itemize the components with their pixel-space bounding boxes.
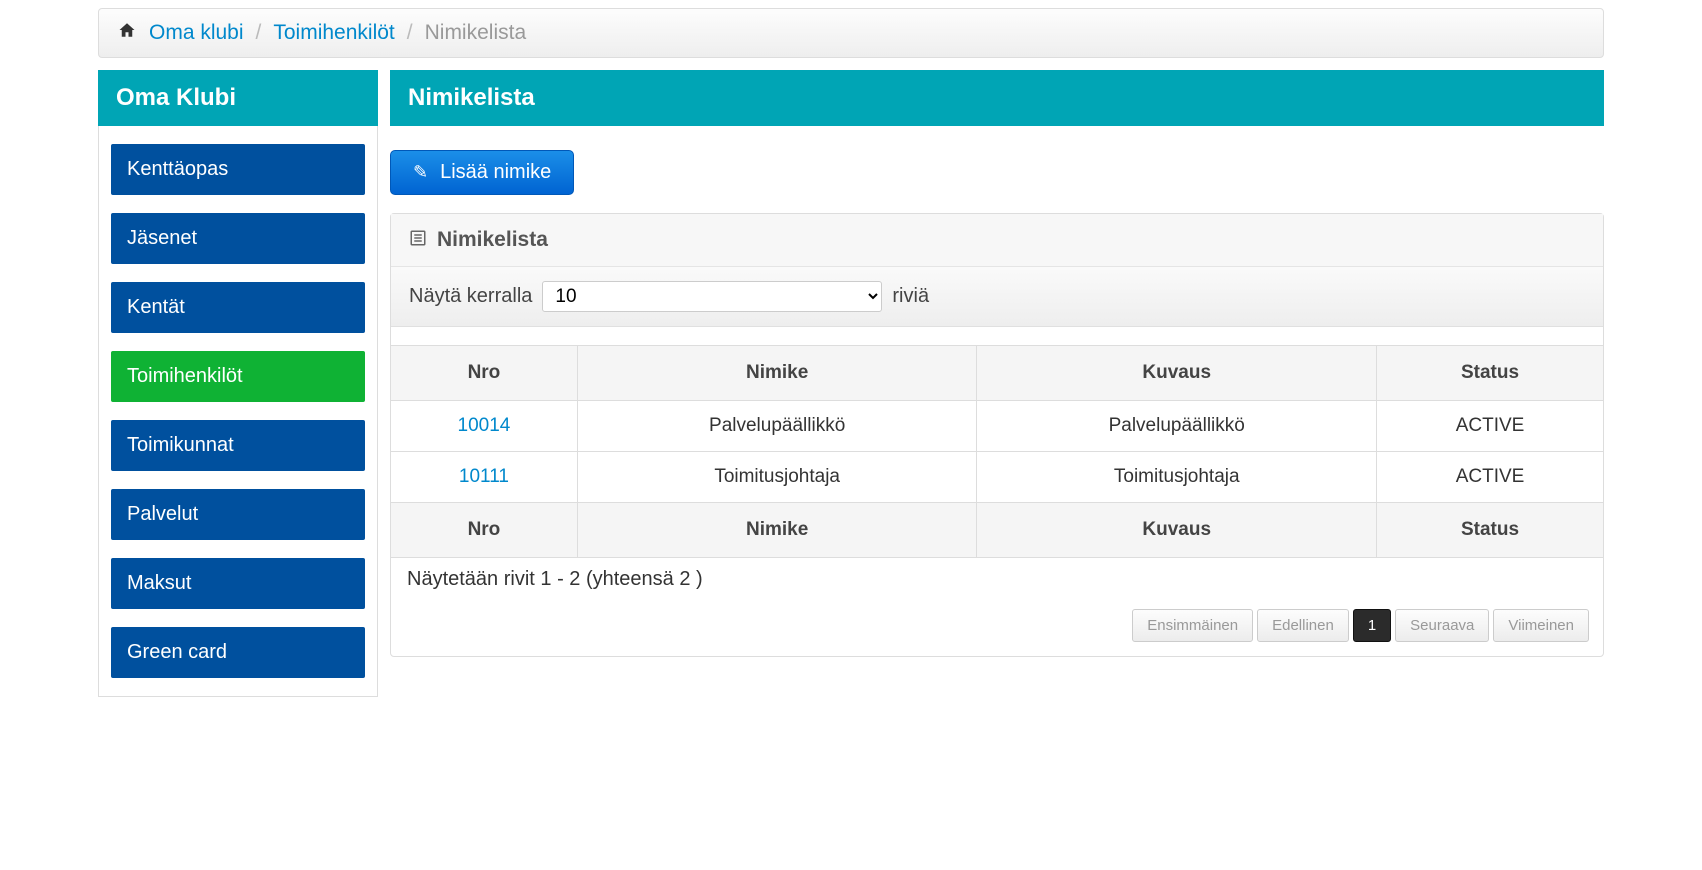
page-first-button[interactable]: Ensimmäinen: [1132, 609, 1253, 642]
breadcrumb-sep: /: [407, 21, 413, 45]
table-info: Näytetään rivit 1 - 2 (yhteensä 2 ): [391, 558, 1603, 601]
sidebar-item-7[interactable]: Green card: [111, 627, 365, 678]
page-1-button[interactable]: 1: [1353, 609, 1391, 642]
page-title: Nimikelista: [390, 70, 1604, 126]
breadcrumb-current: Nimikelista: [425, 21, 527, 45]
page-last-button[interactable]: Viimeinen: [1493, 609, 1589, 642]
table-row: 10014PalvelupäällikköPalvelupäällikköACT…: [391, 401, 1603, 452]
cell: ACTIVE: [1377, 401, 1603, 452]
sidebar-list: Kenttäopas Jäsenet Kentät Toimihenkilöt Toim…: [98, 126, 378, 697]
add-nimike-button[interactable]: ✎ Lisää nimike: [390, 150, 574, 195]
panel-header: Nimikelista: [391, 214, 1603, 267]
add-button-label: Lisää nimike: [440, 161, 551, 184]
cell: ACTIVE: [1377, 452, 1603, 503]
footcol-nimike: Nimike: [577, 503, 977, 558]
nimikelista-panel: Nimikelista Näytä kerralla 10 riviä: [390, 213, 1604, 657]
col-status[interactable]: Status: [1377, 346, 1603, 401]
length-suffix: riviä: [892, 285, 929, 308]
pencil-icon: ✎: [413, 162, 428, 183]
table-row: 10111ToimitusjohtajaToimitusjohtajaACTIV…: [391, 452, 1603, 503]
footcol-status: Status: [1377, 503, 1603, 558]
sidebar: Oma Klubi Kenttäopas Jäsenet Kentät Toimihe…: [98, 70, 378, 697]
breadcrumb-sep: /: [256, 21, 262, 45]
list-icon: [409, 229, 427, 252]
sidebar-item-6[interactable]: Maksut: [111, 558, 365, 609]
cell: Toimitusjohtaja: [577, 452, 977, 503]
breadcrumb-home[interactable]: Oma klubi: [149, 21, 244, 45]
footcol-nro: Nro: [391, 503, 577, 558]
breadcrumb: Oma klubi / Toimihenkilöt / Nimikelista: [98, 8, 1604, 58]
cell-nro-link[interactable]: 10111: [391, 452, 577, 503]
sidebar-item-0[interactable]: Kenttäopas: [111, 144, 365, 195]
col-nimike[interactable]: Nimike: [577, 346, 977, 401]
pagination: Ensimmäinen Edellinen 1 Seuraava Viimein…: [391, 601, 1603, 656]
nimike-table: Nro Nimike Kuvaus Status 10014Palvelupää…: [391, 345, 1603, 558]
panel-title-text: Nimikelista: [437, 228, 548, 252]
footcol-kuvaus: Kuvaus: [977, 503, 1377, 558]
sidebar-item-1[interactable]: Jäsenet: [111, 213, 365, 264]
length-prefix: Näytä kerralla: [409, 285, 532, 308]
home-icon: [117, 21, 137, 45]
col-kuvaus[interactable]: Kuvaus: [977, 346, 1377, 401]
sidebar-item-2[interactable]: Kentät: [111, 282, 365, 333]
main-content: Nimikelista ✎ Lisää nimike Nimikelista N…: [390, 70, 1604, 697]
sidebar-item-5[interactable]: Palvelut: [111, 489, 365, 540]
sidebar-item-3[interactable]: Toimihenkilöt: [111, 351, 365, 402]
rows-per-page-select[interactable]: 10: [542, 281, 882, 312]
page-next-button[interactable]: Seuraava: [1395, 609, 1489, 642]
breadcrumb-section[interactable]: Toimihenkilöt: [273, 21, 394, 45]
table-header-row: Nro Nimike Kuvaus Status: [391, 346, 1603, 401]
cell-nro-link[interactable]: 10014: [391, 401, 577, 452]
page-prev-button[interactable]: Edellinen: [1257, 609, 1349, 642]
cell: Palvelupäällikkö: [977, 401, 1377, 452]
length-control: Näytä kerralla 10 riviä: [391, 267, 1603, 327]
cell: Toimitusjohtaja: [977, 452, 1377, 503]
table-footer-row: Nro Nimike Kuvaus Status: [391, 503, 1603, 558]
cell: Palvelupäällikkö: [577, 401, 977, 452]
sidebar-item-4[interactable]: Toimikunnat: [111, 420, 365, 471]
sidebar-title: Oma Klubi: [98, 70, 378, 126]
col-nro[interactable]: Nro: [391, 346, 577, 401]
